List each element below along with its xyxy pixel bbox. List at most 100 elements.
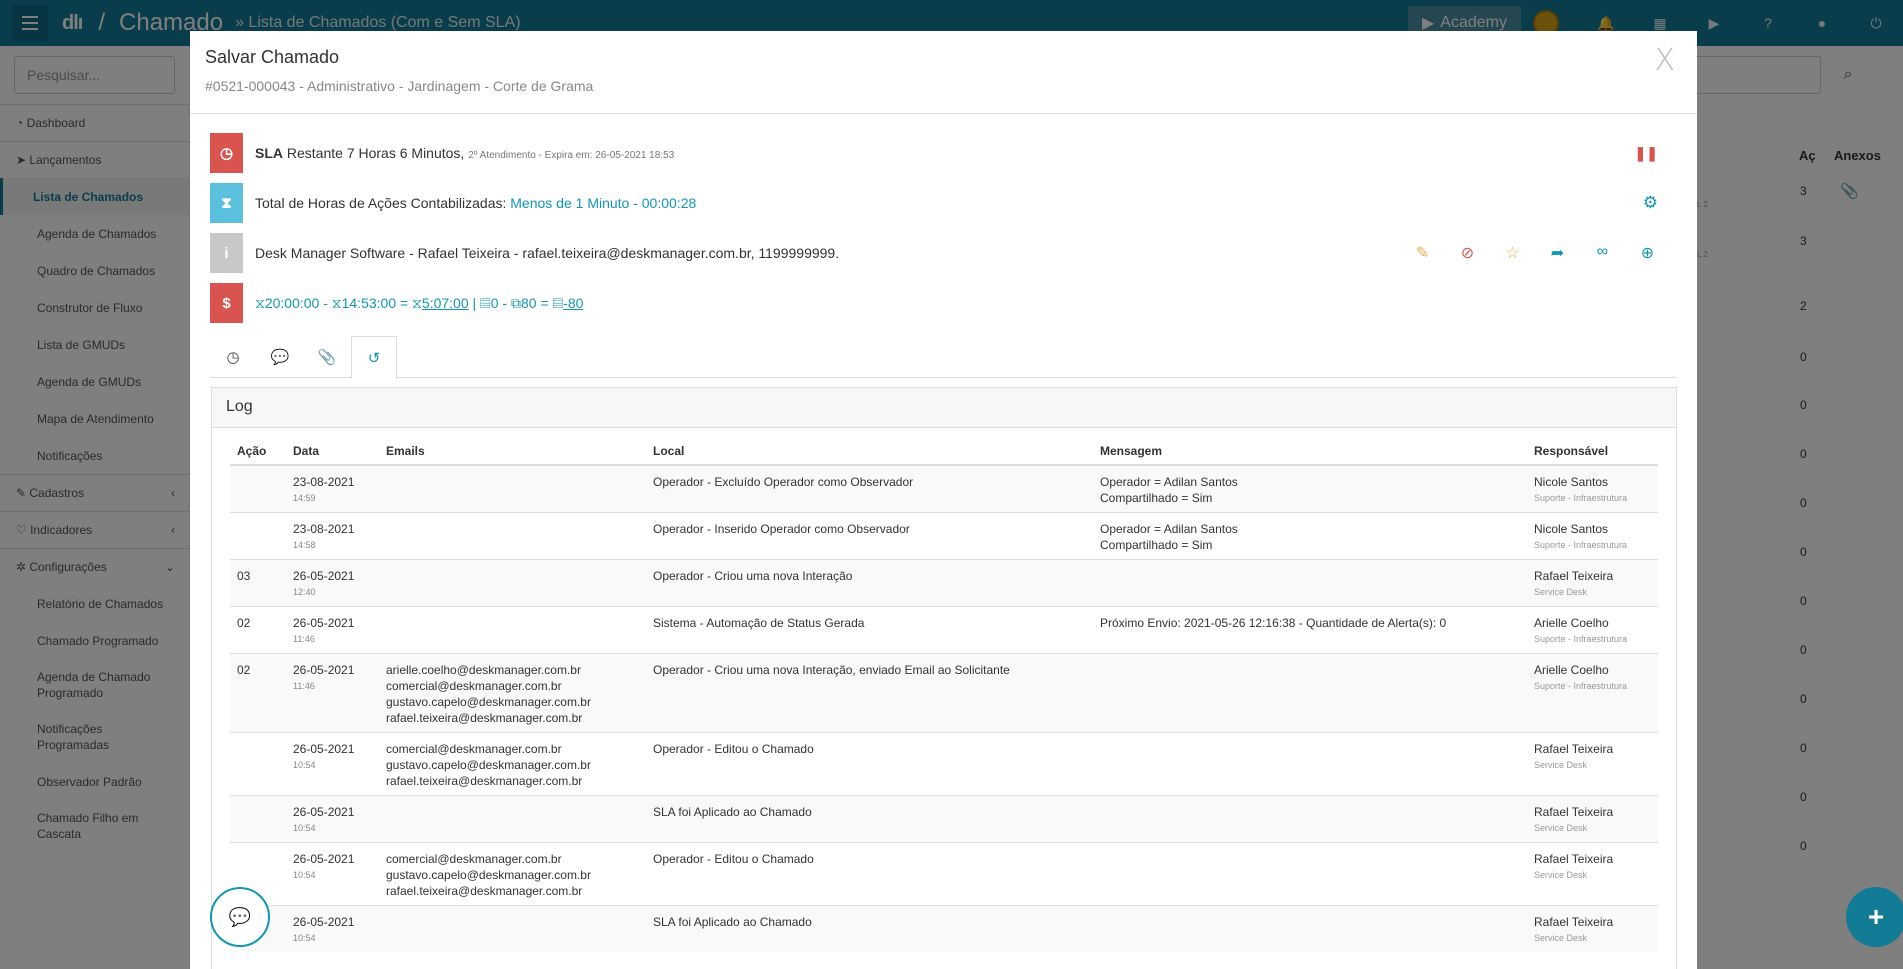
cell-mensagem <box>1093 653 1527 733</box>
star-icon[interactable]: ☆ <box>1490 243 1535 263</box>
cell-emails <box>379 606 646 654</box>
pencil-icon[interactable]: ✎ <box>1400 243 1445 263</box>
responsible-name: Arielle Coelho <box>1534 616 1609 630</box>
local-value: Operador - Editou o Chamado <box>653 742 814 756</box>
cell-local: Operador - Criou uma nova Interação <box>646 559 1093 607</box>
share-icon[interactable]: ➦ <box>1535 243 1580 263</box>
modal-title: Salvar Chamado <box>205 47 340 67</box>
hours-text: Total de Horas de Ações Contabilizadas: … <box>255 195 696 211</box>
cell-data: 23-08-2021 14:59 <box>286 464 379 513</box>
emails-value: arielle.coelho@deskmanager.com.br comerc… <box>386 663 591 725</box>
log-title: Log <box>212 388 1676 428</box>
date-value: 26-05-2021 <box>293 742 355 756</box>
responsible-name: Rafael Teixeira <box>1534 805 1614 819</box>
responsible-name: Rafael Teixeira <box>1534 915 1614 929</box>
cost-time-2: 14:53:00 <box>341 294 397 311</box>
local-value: Operador - Criou uma nova Interação <box>653 569 853 583</box>
responsible-name: Nicole Santos <box>1534 522 1609 536</box>
time-value: 14:58 <box>293 540 316 550</box>
column-header-emails: Emails <box>379 435 646 466</box>
save-ticket-modal: Salvar Chamado #0521-000043 - Administra… <box>190 31 1697 969</box>
date-value: 26-05-2021 <box>293 569 355 583</box>
cell-responsavel: Rafael Teixeira Service Desk <box>1527 732 1658 796</box>
chat-button[interactable]: 💬 <box>210 887 270 947</box>
cell-acao: 02 <box>230 606 286 654</box>
cell-responsavel: Rafael Teixeira Service Desk <box>1527 905 1658 952</box>
log-table: Ação Data Emails Local Mensagem Responsá… <box>230 435 1658 952</box>
local-value: Operador - Inserido Operador como Observ… <box>653 522 910 536</box>
responsible-role: Suporte - Infraestrutura <box>1534 634 1628 644</box>
cell-local: Operador - Editou o Chamado <box>646 732 1093 796</box>
tab-history-clock[interactable]: ◷ <box>210 336 256 378</box>
hourglass-icon: ⧗ <box>210 183 243 223</box>
responsible-role: Suporte - Infraestrutura <box>1534 540 1628 550</box>
tab-attachments[interactable]: 📎 <box>304 336 350 378</box>
tab-comments[interactable]: 💬 <box>257 336 303 378</box>
cost-separator: = <box>400 294 409 311</box>
time-value: 14:59 <box>293 493 316 503</box>
cell-data: 26-05-2021 12:40 <box>286 559 379 607</box>
cell-data: 26-05-2021 10:54 <box>286 842 379 906</box>
responsible-name: Arielle Coelho <box>1534 663 1609 677</box>
cell-responsavel: Nicole Santos Suporte - Infraestrutura <box>1527 464 1658 513</box>
cell-data: 26-05-2021 11:46 <box>286 653 379 733</box>
message-value: Operador = Adilan Santos Compartilhado =… <box>1100 475 1238 505</box>
link-icon[interactable]: ∞ <box>1580 243 1625 263</box>
info-icon: i <box>210 233 243 273</box>
table-row: 26-05-2021 10:54 comercial@deskmanager.com… <box>230 842 1658 906</box>
acao-value: 02 <box>237 616 251 630</box>
cell-local: SLA foi Aplicado ao Chamado <box>646 905 1093 952</box>
add-button[interactable]: + <box>1846 887 1903 947</box>
pause-icon[interactable]: ❚❚ <box>1635 145 1658 162</box>
cost-separator: = <box>540 294 549 311</box>
cost-separator: - <box>502 294 508 311</box>
cell-emails <box>379 512 646 560</box>
close-button[interactable]: X <box>1654 43 1675 78</box>
responsible-name: Rafael Teixeira <box>1534 742 1614 756</box>
hourglass-icon: ⧖ <box>255 294 265 311</box>
cell-emails: arielle.coelho@deskmanager.com.br comerc… <box>379 653 646 733</box>
cell-acao: 02 <box>230 653 286 733</box>
responsible-role: Service Desk <box>1534 870 1588 880</box>
cell-mensagem <box>1093 905 1527 952</box>
table-row: 26-05-2021 10:54 SLA foi Aplicado ao Chama… <box>230 795 1658 843</box>
cancel-icon[interactable]: ⊘ <box>1445 243 1490 263</box>
local-value: Operador - Criou uma nova Interação, env… <box>653 663 1010 677</box>
cell-mensagem <box>1093 842 1527 906</box>
date-value: 23-08-2021 <box>293 475 355 489</box>
paperclip-icon: 📎 <box>317 349 337 366</box>
cell-data: 26-05-2021 10:54 <box>286 905 379 952</box>
acao-value: 03 <box>237 569 251 583</box>
cost-value-2: 80 <box>520 294 537 311</box>
cell-local: Operador - Editou o Chamado <box>646 842 1093 906</box>
cost-separator: | <box>472 294 477 311</box>
cell-local: SLA foi Aplicado ao Chamado <box>646 795 1093 843</box>
emails-value: comercial@deskmanager.com.br gustavo.cap… <box>386 852 591 898</box>
sla-remaining: Restante 7 Horas 6 Minutos, <box>286 145 465 161</box>
cell-data: 26-05-2021 11:46 <box>286 606 379 654</box>
date-value: 23-08-2021 <box>293 522 355 536</box>
cost-separator: - <box>323 294 328 311</box>
cost-time-3[interactable]: 5:07:00 <box>422 295 469 311</box>
cost-value-3[interactable]: -80 <box>563 295 583 311</box>
contact-row: i Desk Manager Software - Rafael Teixeir… <box>210 233 1670 273</box>
time-value: 11:46 <box>293 681 315 691</box>
cell-emails <box>379 464 646 513</box>
tab-log[interactable]: ↺ <box>351 336 397 379</box>
sla-detail: 2º Atendimento - Expira em: 26-05-2021 1… <box>468 150 675 161</box>
history-icon: ↺ <box>367 349 381 367</box>
gear-icon[interactable]: ⚙ <box>1643 193 1658 213</box>
add-circle-icon[interactable]: ⊕ <box>1625 243 1670 263</box>
time-value: 11:46 <box>293 634 315 644</box>
table-row: 02 26-05-2021 11:46 Sistema - Automação de … <box>230 606 1658 654</box>
cell-mensagem <box>1093 795 1527 843</box>
responsible-name: Rafael Teixeira <box>1534 852 1614 866</box>
cell-local: Operador - Criou uma nova Interação, env… <box>646 653 1093 733</box>
cell-emails <box>379 905 646 952</box>
comments-icon: 💬 <box>270 349 290 366</box>
time-value: 10:54 <box>293 760 316 770</box>
column-header-acao: Ação <box>230 435 286 466</box>
column-header-mensagem: Mensagem <box>1093 435 1527 466</box>
cell-emails: comercial@deskmanager.com.br gustavo.cap… <box>379 842 646 906</box>
local-value: Operador - Excluído Operador como Observ… <box>653 475 914 489</box>
